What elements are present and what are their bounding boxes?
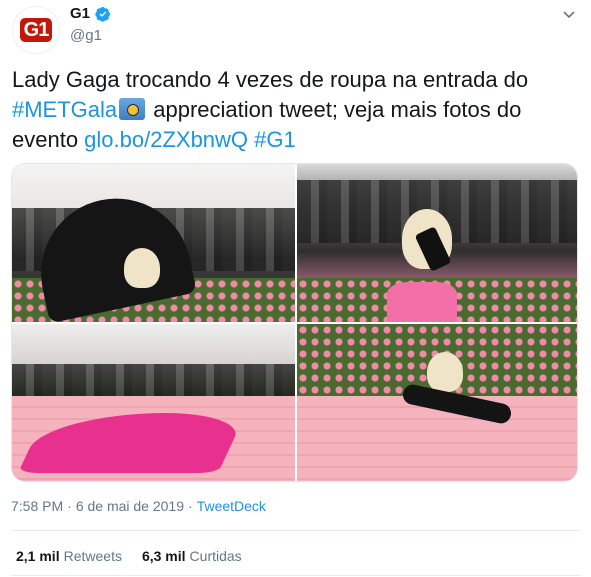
tweet-stats: 2,1 mil Retweets 6,3 mil Curtidas xyxy=(16,548,242,564)
tweet-text: Lady Gaga trocando 4 vezes de roupa na e… xyxy=(12,65,572,155)
camera-emoji-icon xyxy=(119,98,146,120)
likes-stat[interactable]: 6,3 mil Curtidas xyxy=(142,548,242,564)
g1-logo: G1 xyxy=(19,18,53,42)
tweet-date[interactable]: 6 de mai de 2019 xyxy=(76,498,184,514)
tweet-time[interactable]: 7:58 PM xyxy=(11,498,63,514)
meta-separator: · xyxy=(67,498,72,514)
likes-count: 6,3 mil xyxy=(141,548,186,564)
meta-separator: · xyxy=(188,498,193,514)
pink-gown-photo[interactable] xyxy=(12,324,295,481)
media-grid xyxy=(11,163,578,482)
figure-head xyxy=(427,352,463,392)
retweets-count: 2,1 mil xyxy=(16,548,60,564)
hashtag-metgala[interactable]: #METGala xyxy=(12,97,117,122)
avatar[interactable]: G1 xyxy=(12,6,60,54)
lingerie-photo[interactable] xyxy=(297,324,577,481)
likes-label: Curtidas xyxy=(189,548,242,564)
photographers-crowd xyxy=(12,363,295,399)
divider xyxy=(11,575,581,576)
account-handle[interactable]: @g1 xyxy=(70,27,102,44)
chevron-down-icon[interactable] xyxy=(561,6,577,22)
retweets-stat[interactable]: 2,1 mil Retweets xyxy=(16,548,122,564)
display-name[interactable]: G1 xyxy=(70,5,90,22)
umbrella-photo[interactable] xyxy=(12,164,295,322)
pink-dress-shape xyxy=(387,282,457,322)
verified-badge-icon xyxy=(95,6,111,22)
tweet-source[interactable]: TweetDeck xyxy=(197,498,266,514)
tweet-text-part1: Lady Gaga trocando 4 vezes de roupa na e… xyxy=(12,67,529,92)
tweet-meta: 7:58 PM · 6 de mai de 2019 · TweetDeck xyxy=(11,498,266,514)
name-row: G1 xyxy=(70,5,111,22)
retweets-label: Retweets xyxy=(63,548,122,564)
figure-head xyxy=(124,248,160,288)
tweet-link[interactable]: glo.bo/2ZXbnwQ xyxy=(84,127,248,152)
hashtag-g1[interactable]: #G1 xyxy=(254,127,296,152)
divider xyxy=(11,530,581,531)
phone-photo[interactable] xyxy=(297,164,577,322)
